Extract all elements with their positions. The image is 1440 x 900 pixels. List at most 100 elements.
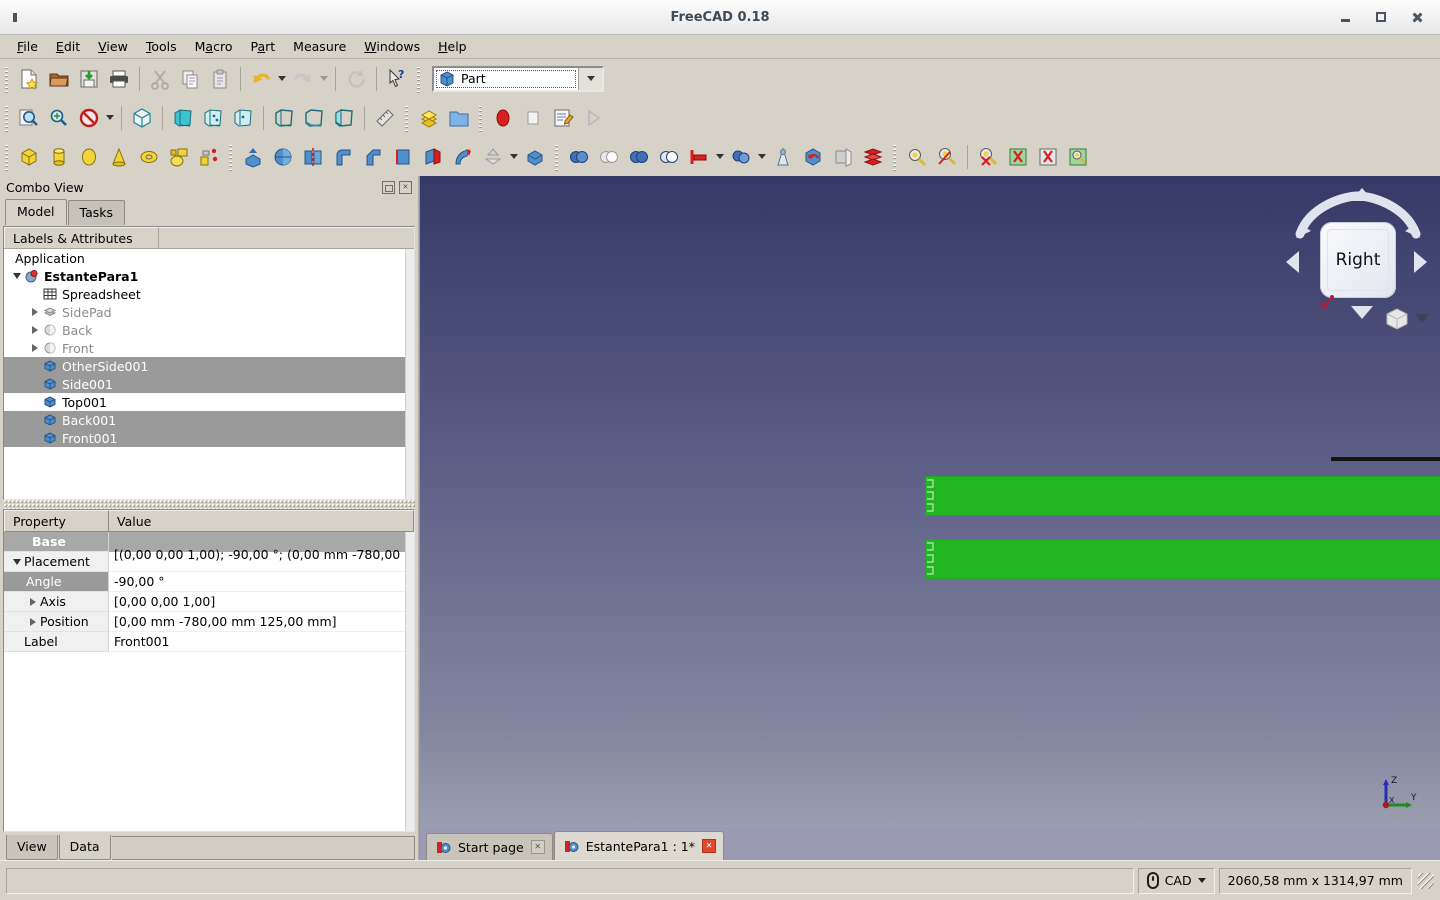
menu-view[interactable]: View bbox=[89, 36, 137, 57]
section-icon[interactable] bbox=[828, 142, 858, 172]
menu-macro[interactable]: Macro bbox=[186, 36, 242, 57]
restore-panel-icon[interactable] bbox=[382, 180, 395, 194]
property-row-label[interactable]: Label Front001 bbox=[4, 632, 414, 652]
measure-refresh-icon[interactable] bbox=[973, 142, 1003, 172]
resize-grip[interactable] bbox=[1418, 872, 1434, 889]
workbench-dropdown-icon[interactable] bbox=[578, 67, 602, 90]
tree-column-labels-attributes[interactable]: Labels & Attributes bbox=[4, 227, 159, 248]
split-boolean-icon[interactable] bbox=[726, 142, 756, 172]
macro-edit-icon[interactable] bbox=[548, 103, 578, 133]
isometric-view-icon[interactable] bbox=[127, 103, 157, 133]
macro-stop-icon[interactable] bbox=[518, 103, 548, 133]
document-tab-estantepara1[interactable]: EstantePara1 : 1* ✕ bbox=[553, 831, 724, 860]
save-document-icon[interactable] bbox=[74, 64, 104, 94]
fillet-icon[interactable] bbox=[328, 142, 358, 172]
tree-item-application[interactable]: Application bbox=[4, 249, 414, 267]
menu-file[interactable]: File bbox=[8, 36, 47, 57]
tree-scrollbar[interactable] bbox=[405, 249, 414, 499]
measure-toggle-delta-icon[interactable] bbox=[1033, 142, 1063, 172]
front-panel-bottom[interactable] bbox=[925, 539, 1440, 579]
intersection-icon[interactable] bbox=[654, 142, 684, 172]
document-tab-start-page[interactable]: Start page ✕ bbox=[426, 833, 553, 860]
measure-toggle-all-icon[interactable] bbox=[1003, 142, 1033, 172]
workbench-selector[interactable]: Part bbox=[432, 65, 604, 92]
toolbar-grip[interactable] bbox=[891, 142, 899, 171]
revolve-icon[interactable] bbox=[268, 142, 298, 172]
copy-icon[interactable] bbox=[175, 64, 205, 94]
chamfer-icon[interactable] bbox=[358, 142, 388, 172]
close-panel-icon[interactable]: ✕ bbox=[399, 180, 412, 194]
split-dropdown-icon[interactable] bbox=[756, 142, 768, 172]
close-tab-icon[interactable]: ✕ bbox=[530, 840, 545, 854]
property-value[interactable]: Front001 bbox=[109, 632, 414, 652]
toolbar-grip[interactable] bbox=[3, 64, 11, 93]
nav-arrow-down[interactable] bbox=[1351, 306, 1373, 319]
menu-edit[interactable]: Edit bbox=[47, 36, 89, 57]
top-view-icon[interactable] bbox=[198, 103, 228, 133]
measure-distance-icon[interactable] bbox=[370, 103, 400, 133]
cross-sections-icon[interactable] bbox=[858, 142, 888, 172]
nav-cube-face[interactable]: Right bbox=[1320, 222, 1396, 298]
chevron-right-icon[interactable] bbox=[28, 344, 41, 352]
draw-style-icon[interactable] bbox=[74, 103, 104, 133]
property-value[interactable]: -90,00 ° bbox=[109, 572, 414, 592]
nav-arrow-right[interactable] bbox=[1414, 251, 1427, 273]
open-document-icon[interactable] bbox=[44, 64, 74, 94]
join-dropdown-icon[interactable] bbox=[714, 142, 726, 172]
draw-style-dropdown-icon[interactable] bbox=[104, 103, 116, 133]
property-row-placement[interactable]: Placement [(0,00 0,00 1,00); -90,00 °; (… bbox=[4, 547, 414, 577]
property-row-angle[interactable]: Angle -90,00 ° bbox=[4, 572, 414, 592]
front-view-icon[interactable] bbox=[168, 103, 198, 133]
toolbar-grip[interactable] bbox=[415, 64, 423, 93]
offset-icon[interactable] bbox=[478, 142, 508, 172]
front-panel-top[interactable] bbox=[925, 476, 1440, 516]
maximize-button[interactable] bbox=[1374, 10, 1388, 24]
toolbar-grip[interactable] bbox=[553, 142, 561, 171]
bottom-view-icon[interactable] bbox=[299, 103, 329, 133]
nav-arrow-left[interactable] bbox=[1286, 251, 1299, 273]
tree-item-front[interactable]: Front bbox=[4, 339, 414, 357]
cut-boolean-icon[interactable] bbox=[594, 142, 624, 172]
measure-linear-icon[interactable] bbox=[902, 142, 932, 172]
panel-splitter[interactable] bbox=[3, 500, 415, 509]
tab-tasks[interactable]: Tasks bbox=[67, 200, 126, 225]
measure-angular-icon[interactable] bbox=[932, 142, 962, 172]
chevron-right-icon[interactable] bbox=[26, 617, 40, 626]
macro-record-icon[interactable] bbox=[488, 103, 518, 133]
paste-icon[interactable] bbox=[205, 64, 235, 94]
fit-all-icon[interactable] bbox=[14, 103, 44, 133]
nav-arrow-up[interactable] bbox=[1351, 188, 1373, 201]
chevron-down-icon[interactable] bbox=[10, 558, 24, 565]
new-document-icon[interactable] bbox=[14, 64, 44, 94]
extrude-icon[interactable] bbox=[238, 142, 268, 172]
navigation-cube[interactable]: Right bbox=[1268, 178, 1429, 343]
menu-help[interactable]: Help bbox=[429, 36, 476, 57]
torus-primitive-icon[interactable] bbox=[134, 142, 164, 172]
tree-item-side001[interactable]: Side001 bbox=[4, 375, 414, 393]
create-primitives-icon[interactable] bbox=[164, 142, 194, 172]
sweep-icon[interactable] bbox=[448, 142, 478, 172]
chevron-right-icon[interactable] bbox=[26, 597, 40, 606]
macro-execute-icon[interactable] bbox=[578, 103, 608, 133]
thickness-icon[interactable] bbox=[520, 142, 550, 172]
redo-icon[interactable] bbox=[288, 64, 318, 94]
menu-measure[interactable]: Measure bbox=[284, 36, 355, 57]
tab-view[interactable]: View bbox=[6, 835, 58, 860]
close-tab-icon[interactable]: ✕ bbox=[701, 839, 716, 853]
join-connect-icon[interactable] bbox=[684, 142, 714, 172]
print-document-icon[interactable] bbox=[104, 64, 134, 94]
menu-part[interactable]: Part bbox=[241, 36, 284, 57]
loft-icon[interactable] bbox=[418, 142, 448, 172]
measure-clear-all-icon[interactable] bbox=[1063, 142, 1093, 172]
boolean-icon[interactable] bbox=[564, 142, 594, 172]
property-value[interactable]: [(0,00 0,00 1,00); -90,00 °; (0,00 mm -7… bbox=[109, 547, 414, 577]
shape-builder-icon[interactable] bbox=[194, 142, 224, 172]
undo-icon[interactable] bbox=[246, 64, 276, 94]
tree-item-estantepara1[interactable]: EstantePara1 bbox=[4, 267, 414, 285]
nav-dropdown-icon[interactable] bbox=[1415, 314, 1429, 323]
property-value[interactable]: [0,00 mm -780,00 mm 125,00 mm] bbox=[109, 612, 414, 632]
ruled-surface-icon[interactable] bbox=[388, 142, 418, 172]
fit-selection-icon[interactable] bbox=[44, 103, 74, 133]
property-row-position[interactable]: Position [0,00 mm -780,00 mm 125,00 mm] bbox=[4, 612, 414, 632]
redo-dropdown-icon[interactable] bbox=[318, 64, 330, 94]
